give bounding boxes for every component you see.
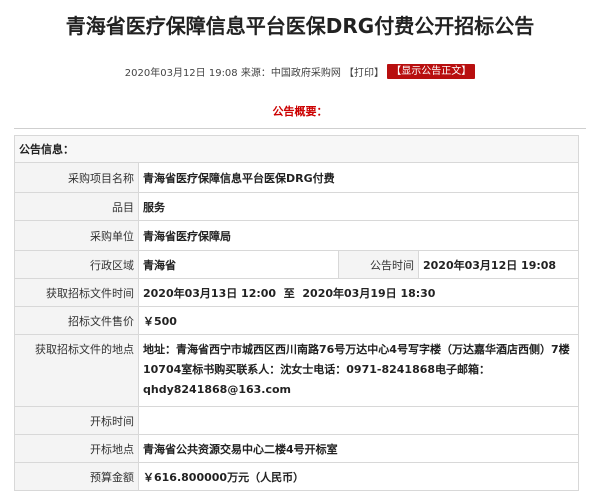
table-row: 获取招标文件时间 2020年03月13日 12:00 至 2020年03月19日… <box>14 278 579 307</box>
doc-price-value: ￥500 <box>138 306 579 335</box>
bid-open-time-label: 开标时间 <box>14 406 139 435</box>
project-name-label: 采购项目名称 <box>14 162 139 193</box>
table-row: 获取招标文件的地点 地址：青海省西宁市城西区西川南路76号万达中心4号写字楼（万… <box>14 334 579 407</box>
doc-place-label: 获取招标文件的地点 <box>14 334 139 407</box>
table-row: 行政区域 青海省 公告时间 2020年03月12日 19:08 <box>14 250 579 279</box>
region-label: 行政区域 <box>14 250 139 279</box>
doc-time-label: 获取招标文件时间 <box>14 278 139 307</box>
doc-time-value: 2020年03月13日 12:00 至 2020年03月19日 18:30 <box>138 278 579 307</box>
project-name-value: 青海省医疗保障信息平台医保DRG付费 <box>138 162 579 193</box>
table-row: 开标地点 青海省公共资源交易中心二楼4号开标室 <box>14 434 579 463</box>
bid-open-time-value <box>138 406 579 435</box>
table-row: 招标文件售价 ￥500 <box>14 306 579 335</box>
page-title: 青海省医疗保障信息平台医保DRG付费公开招标公告 <box>65 14 535 38</box>
budget-value: ￥616.800000万元（人民币） <box>138 462 579 491</box>
print-link[interactable]: 【打印】 <box>344 68 384 79</box>
bid-open-place-value: 青海省公共资源交易中心二楼4号开标室 <box>138 434 579 463</box>
publish-datetime: 2020年03月12日 19:08 <box>124 68 238 79</box>
announce-time-value: 2020年03月12日 19:08 <box>418 250 579 279</box>
table-row: 公告信息： <box>14 135 579 163</box>
doc-price-label: 招标文件售价 <box>14 306 139 335</box>
show-body-button[interactable]: 【显示公告正文】 <box>387 64 476 79</box>
budget-label: 预算金额 <box>14 462 139 491</box>
category-label: 品目 <box>14 192 139 221</box>
divider <box>14 128 586 129</box>
announcement-table: 公告信息： 采购项目名称 青海省医疗保障信息平台医保DRG付费 品目 服务 采购… <box>14 135 579 491</box>
doc-place-value: 地址：青海省西宁市城西区西川南路76号万达中心4号写字楼（万达嘉华酒店西侧）7楼… <box>138 334 579 407</box>
source: 来源：中国政府采购网 <box>240 68 341 79</box>
table-row: 采购单位 青海省医疗保障局 <box>14 220 579 251</box>
table-row: 开标时间 <box>14 406 579 435</box>
section-header: 公告信息： <box>14 135 579 163</box>
bid-open-place-label: 开标地点 <box>14 434 139 463</box>
region-value: 青海省 <box>138 250 339 279</box>
purchaser-value: 青海省医疗保障局 <box>138 220 579 251</box>
table-row: 预算金额 ￥616.800000万元（人民币） <box>14 462 579 491</box>
announce-time-label: 公告时间 <box>338 250 419 279</box>
table-row: 品目 服务 <box>14 192 579 221</box>
table-row: 采购项目名称 青海省医疗保障信息平台医保DRG付费 <box>14 162 579 193</box>
purchaser-label: 采购单位 <box>14 220 139 251</box>
category-value: 服务 <box>138 192 579 221</box>
meta-line: 2020年03月12日 19:08 来源：中国政府采购网 【打印】 【显示公告正… <box>0 64 600 79</box>
overview-label: 公告概要： <box>272 105 328 118</box>
